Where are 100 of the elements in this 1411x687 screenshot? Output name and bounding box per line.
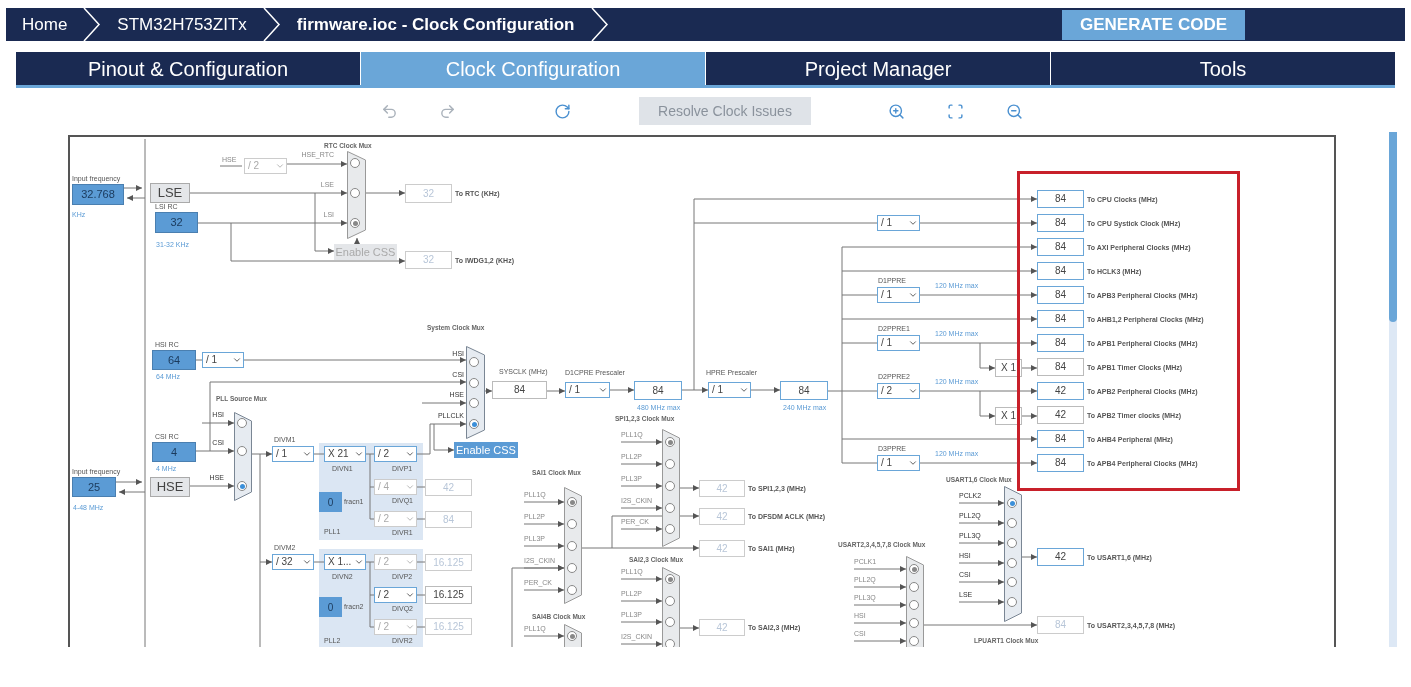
connector-arrow: [679, 625, 700, 631]
radio-button[interactable]: [567, 631, 577, 641]
breadcrumb-item[interactable]: Home: [6, 11, 84, 38]
prescaler-dropdown[interactable]: / 1: [877, 455, 920, 471]
connector-arrow: [979, 365, 996, 371]
frequency-input[interactable]: 32: [155, 212, 198, 233]
radio-button[interactable]: [237, 481, 247, 491]
radio-button[interactable]: [665, 617, 675, 627]
radio-button[interactable]: [237, 418, 247, 428]
radio-button[interactable]: [567, 497, 577, 507]
prescaler-dropdown[interactable]: X 1...: [324, 554, 366, 570]
radio-button[interactable]: [567, 563, 577, 573]
radio-button[interactable]: [567, 585, 577, 595]
radio-button[interactable]: [665, 459, 675, 469]
connector-arrow: [958, 540, 1005, 546]
radio-button[interactable]: [350, 158, 360, 168]
zoom-out-icon[interactable]: [1006, 102, 1023, 120]
frequency-input[interactable]: 25: [72, 477, 116, 497]
radio-button[interactable]: [909, 582, 919, 592]
radio-button[interactable]: [469, 378, 479, 388]
frequency-input[interactable]: 32.768: [72, 184, 124, 205]
radio-button[interactable]: [469, 398, 479, 408]
radio-button[interactable]: [909, 600, 919, 610]
connector-line: [416, 594, 426, 596]
radio-button[interactable]: [665, 574, 675, 584]
prescaler-dropdown[interactable]: / 1: [565, 382, 610, 398]
frequency-value: 84: [1037, 310, 1084, 328]
frequency-value: 84: [1037, 358, 1084, 376]
radio-button[interactable]: [909, 636, 919, 646]
prescaler-dropdown[interactable]: X 21: [324, 446, 366, 462]
frequency-input[interactable]: 4: [152, 442, 196, 462]
frequency-value: 84: [1037, 238, 1084, 256]
radio-button[interactable]: [665, 437, 675, 447]
connector-arrow: [201, 420, 235, 426]
redo-icon[interactable]: [439, 102, 456, 120]
prescaler-dropdown[interactable]: / 2: [877, 383, 920, 399]
prescaler-dropdown[interactable]: / 1: [272, 446, 314, 462]
prescaler-dropdown[interactable]: / 2: [374, 587, 417, 603]
connector-arrow: [958, 579, 1005, 585]
radio-button[interactable]: [1007, 597, 1017, 607]
connector-arrow: [429, 421, 467, 427]
frequency-input[interactable]: 64: [152, 350, 196, 370]
zoom-in-icon[interactable]: [888, 102, 905, 120]
refresh-icon[interactable]: [554, 102, 571, 120]
radio-button[interactable]: [567, 519, 577, 529]
radio-button[interactable]: [665, 503, 675, 513]
radio-button[interactable]: [665, 524, 675, 534]
radio-button[interactable]: [469, 419, 479, 429]
undo-icon[interactable]: [381, 102, 398, 120]
fraction-input[interactable]: 0: [319, 492, 342, 512]
connector-line: [416, 518, 426, 520]
chevron-icon: [598, 385, 608, 395]
fraction-input[interactable]: 0: [319, 597, 342, 617]
prescaler-dropdown[interactable]: / 32: [272, 554, 314, 570]
connector-arrow: [523, 633, 565, 639]
chevron-icon: [908, 386, 918, 396]
radio-button[interactable]: [237, 446, 247, 456]
prescaler-dropdown[interactable]: / 2: [374, 446, 417, 462]
radio-button[interactable]: [567, 541, 577, 551]
connector-line: [219, 165, 243, 167]
connector-line: [433, 423, 435, 451]
frequency-value: 16.125: [425, 618, 472, 635]
radio-button[interactable]: [350, 188, 360, 198]
prescaler-dropdown[interactable]: / 1: [877, 335, 920, 351]
prescaler-dropdown[interactable]: / 1: [877, 287, 920, 303]
tab[interactable]: Project Manager: [706, 52, 1050, 85]
frequency-value: 42: [699, 619, 745, 636]
radio-button[interactable]: [1007, 538, 1017, 548]
connector-arrow: [958, 520, 1005, 526]
chevron-icon: [405, 449, 415, 459]
breadcrumb-item[interactable]: firmware.ioc - Clock Configuration: [280, 11, 591, 38]
prescaler-dropdown[interactable]: / 1: [877, 215, 920, 231]
radio-button[interactable]: [469, 357, 479, 367]
frequency-value: 42: [1037, 548, 1084, 566]
connector-line: [314, 192, 316, 252]
radio-button[interactable]: [665, 596, 675, 606]
connector-arrow: [958, 560, 1005, 566]
oscillator-block: HSE: [150, 477, 190, 497]
tab[interactable]: Pinout & Configuration: [16, 52, 360, 85]
breadcrumb-item[interactable]: STM32H753ZITx: [101, 11, 263, 38]
frequency-value: 42: [1037, 382, 1084, 400]
radio-button[interactable]: [1007, 498, 1017, 508]
radio-button[interactable]: [1007, 558, 1017, 568]
connector-arrow: [750, 387, 781, 393]
prescaler-dropdown[interactable]: / 1: [708, 382, 751, 398]
radio-button[interactable]: [665, 639, 675, 647]
prescaler-dropdown[interactable]: / 1: [202, 352, 244, 368]
radio-button[interactable]: [665, 481, 675, 491]
connector-arrow: [118, 489, 146, 495]
radio-button[interactable]: [1007, 577, 1017, 587]
connector-line: [195, 381, 211, 452]
frequency-value: 84: [1037, 190, 1084, 208]
scrollbar-thumb[interactable]: [1389, 132, 1397, 322]
tab[interactable]: Tools: [1051, 52, 1395, 85]
fit-to-screen-icon[interactable]: [947, 102, 964, 120]
radio-button[interactable]: [909, 564, 919, 574]
radio-button[interactable]: [350, 218, 360, 228]
radio-button[interactable]: [909, 618, 919, 628]
frequency-value: 84: [425, 511, 472, 528]
radio-button[interactable]: [1007, 518, 1017, 528]
